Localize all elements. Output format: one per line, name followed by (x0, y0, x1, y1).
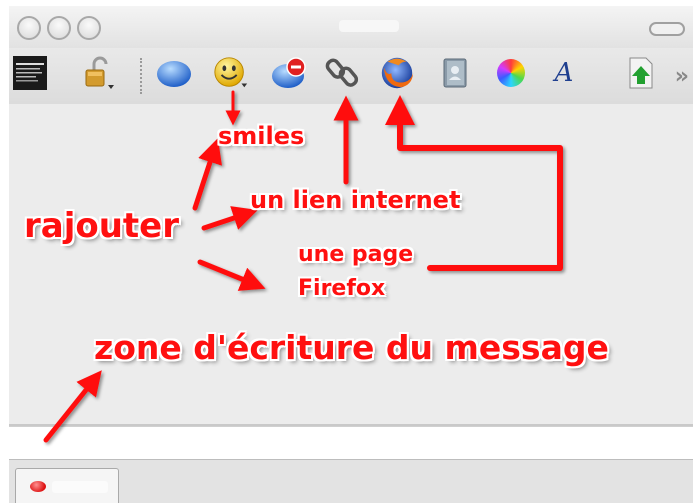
block-icon[interactable] (271, 54, 309, 92)
link-icon[interactable] (324, 54, 362, 92)
contacts-book-icon[interactable] (437, 54, 475, 92)
minimize-window-button[interactable] (47, 16, 71, 40)
title-bar (9, 6, 693, 48)
chat-tab[interactable] (15, 468, 119, 503)
toolbar-toggle-button[interactable] (649, 22, 685, 36)
font-icon-glyph: A (554, 58, 574, 88)
lock-icon[interactable] (80, 54, 118, 92)
buddy-picture-icon[interactable] (11, 54, 49, 92)
zoom-window-button[interactable] (77, 16, 101, 40)
annotation-rajouter: rajouter (24, 206, 180, 246)
toolbar-separator (140, 58, 142, 94)
annotation-zone-ecriture: zone d'écriture du message (94, 328, 609, 367)
tab-bar (9, 460, 693, 503)
annotation-une-page: une page (298, 242, 414, 267)
annotation-smiles: smiles (218, 122, 305, 150)
annotation-lien-internet: un lien internet (250, 186, 461, 214)
status-indicator-icon (30, 481, 46, 492)
firefox-icon[interactable] (378, 54, 416, 92)
close-window-button[interactable] (17, 16, 41, 40)
toolbar-overflow-chevron[interactable]: » (675, 64, 689, 89)
tab-label-redacted (52, 481, 108, 493)
window-title-redacted (339, 20, 399, 32)
color-wheel-icon[interactable] (492, 54, 530, 92)
color-wheel-swatch (497, 59, 525, 87)
smiley-icon[interactable] (212, 54, 250, 92)
send-file-icon[interactable] (622, 54, 660, 92)
toolbar: A » (9, 48, 693, 104)
message-input[interactable] (9, 426, 693, 460)
annotation-firefox: Firefox (298, 276, 386, 301)
blue-bubble-icon[interactable] (155, 54, 193, 92)
font-icon[interactable]: A (545, 54, 583, 92)
